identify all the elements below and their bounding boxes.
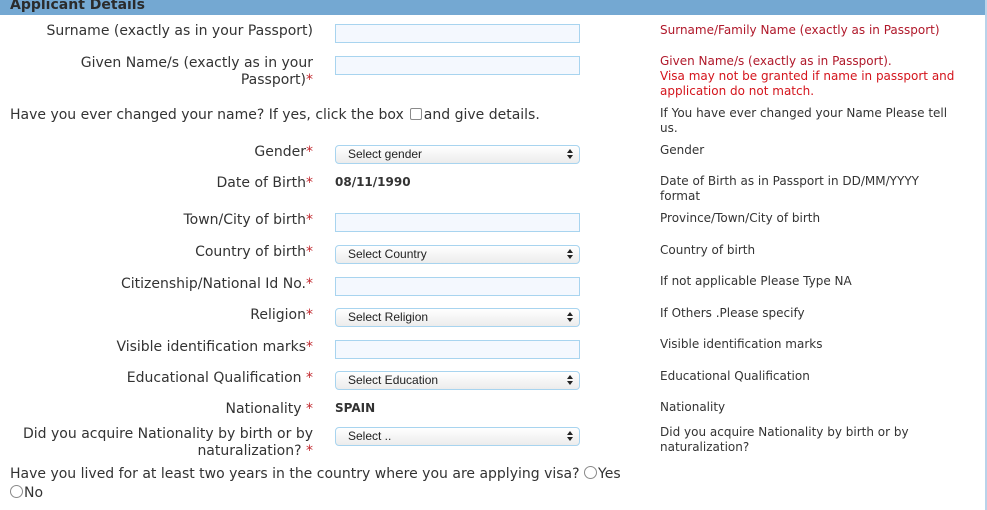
national-id-input[interactable] xyxy=(335,277,580,296)
country-of-birth-hint: Country of birth xyxy=(660,243,756,257)
town-of-birth-hint: Province/Town/City of birth xyxy=(660,211,821,225)
given-name-label: Given Name/s (exactly as in your Passpor… xyxy=(80,55,313,88)
surname-label: Surname (exactly as in your Passport) xyxy=(46,23,313,39)
nationality-label: Nationality * xyxy=(225,401,313,417)
gender-select[interactable]: Select gender xyxy=(335,145,580,164)
radio-yes[interactable] xyxy=(584,466,598,479)
nationality-acquired-hint: Did you acquire Nationality by birth or … xyxy=(660,425,909,454)
lived-two-years-question: Have you lived for at least two years in… xyxy=(10,466,621,482)
given-name-hint: Given Name/s (exactly as in Passport). V… xyxy=(660,54,955,98)
id-marks-hint: Visible identification marks xyxy=(660,337,823,351)
name-change-checkbox[interactable] xyxy=(409,108,422,120)
gender-label: Gender* xyxy=(254,144,313,160)
country-of-birth-label: Country of birth* xyxy=(195,244,313,260)
country-of-birth-select[interactable]: Select Country xyxy=(335,245,580,264)
nationality-value: SPAIN xyxy=(335,401,376,415)
applicant-details-form: Applicant Details Surname (exactly as in… xyxy=(0,0,987,510)
nationality-acquired-select[interactable]: Select .. xyxy=(335,427,580,446)
dob-label: Date of Birth* xyxy=(216,175,313,191)
radio-no[interactable] xyxy=(10,485,23,498)
given-name-input[interactable] xyxy=(335,56,580,75)
id-marks-input[interactable] xyxy=(335,340,580,359)
education-hint: Educational Qualification xyxy=(660,369,810,383)
education-label: Educational Qualification * xyxy=(126,370,313,386)
dob-hint: Date of Birth as in Passport in DD/MM/YY… xyxy=(660,174,919,203)
select-arrows-icon xyxy=(567,249,573,259)
gender-hint: Gender xyxy=(660,143,705,157)
dob-value: 08/11/1990 xyxy=(335,175,411,189)
national-id-label: Citizenship/National Id No.* xyxy=(120,276,313,292)
surname-input[interactable] xyxy=(335,24,580,43)
town-of-birth-input[interactable] xyxy=(335,213,580,232)
radio-option-no[interactable]: No xyxy=(10,485,43,502)
radio-option-yes[interactable]: Yes xyxy=(584,466,621,482)
select-arrows-icon xyxy=(567,431,573,441)
education-select[interactable]: Select Education xyxy=(335,371,580,390)
name-change-hint: If You have ever changed your Name Pleas… xyxy=(660,106,948,135)
surname-hint: Surname/Family Name (exactly as in Passp… xyxy=(660,23,940,37)
select-arrows-icon xyxy=(567,149,573,159)
select-arrows-icon xyxy=(567,312,573,322)
id-marks-label: Visible identification marks* xyxy=(116,339,313,355)
religion-label: Religion* xyxy=(250,307,313,323)
religion-hint: If Others .Please specify xyxy=(660,306,805,320)
name-change-question: Have you ever changed your name? If yes,… xyxy=(10,107,540,123)
section-header: Applicant Details xyxy=(0,0,985,15)
religion-select[interactable]: Select Religion xyxy=(335,308,580,327)
nationality-hint: Nationality xyxy=(660,400,726,414)
required-marker: * xyxy=(306,72,313,88)
select-arrows-icon xyxy=(567,375,573,385)
section-title: Applicant Details xyxy=(10,0,145,13)
nationality-acquired-label: Did you acquire Nationality by birth or … xyxy=(23,426,313,459)
national-id-hint: If not applicable Please Type NA xyxy=(660,274,852,288)
town-of-birth-label: Town/City of birth* xyxy=(183,212,313,228)
